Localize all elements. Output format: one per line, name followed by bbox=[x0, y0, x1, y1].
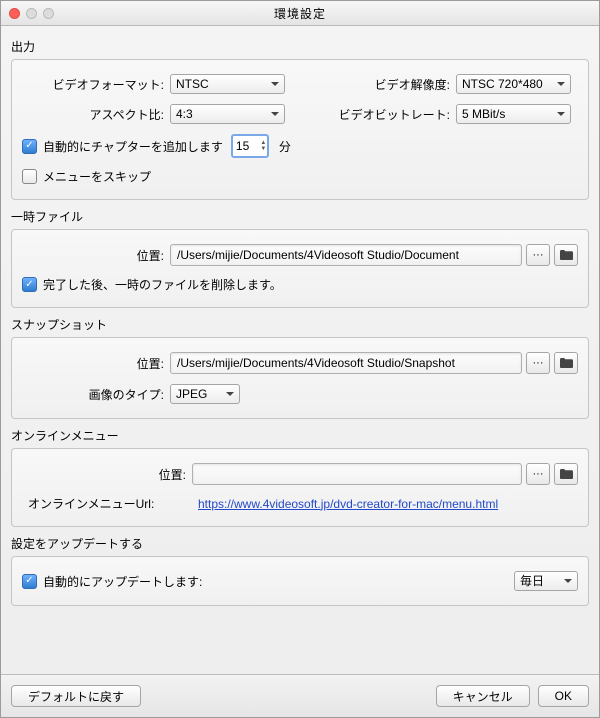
section-snapshot-label: スナップショット bbox=[11, 316, 589, 333]
online-location-label: 位置: bbox=[22, 466, 192, 483]
auto-update-label: 自動的にアップデートします: bbox=[43, 573, 202, 590]
folder-icon bbox=[560, 358, 573, 368]
auto-chapter-spinner[interactable]: ▲▼ bbox=[231, 134, 269, 158]
spinner-arrows[interactable]: ▲▼ bbox=[260, 140, 267, 152]
online-url-label: オンラインメニューUrl: bbox=[22, 495, 198, 512]
titlebar: 環境設定 bbox=[1, 1, 599, 26]
temp-path-field[interactable]: /Users/mijie/Documents/4Videosoft Studio… bbox=[170, 244, 522, 266]
section-temp-label: 一時ファイル bbox=[11, 208, 589, 225]
section-output-label: 出力 bbox=[11, 38, 589, 55]
video-format-label: ビデオフォーマット: bbox=[22, 76, 170, 93]
window-title: 環境設定 bbox=[9, 5, 591, 22]
content: 出力 ビデオフォーマット: NTSC ビデオ解像度: NTSC 720*480 … bbox=[1, 26, 599, 674]
more-icon: ··· bbox=[533, 468, 544, 480]
temp-location-label: 位置: bbox=[22, 247, 170, 264]
cancel-button[interactable]: キャンセル bbox=[436, 685, 530, 707]
bitrate-label: ビデオビットレート: bbox=[285, 106, 456, 123]
online-panel: 位置: ··· オンラインメニューUrl: https://www.4video… bbox=[11, 448, 589, 527]
snapshot-type-label: 画像のタイプ: bbox=[22, 386, 170, 403]
section-update-label: 設定をアップデートする bbox=[11, 535, 589, 552]
temp-delete-checkbox[interactable] bbox=[22, 277, 37, 292]
temp-more-button[interactable]: ··· bbox=[526, 244, 550, 266]
ok-button[interactable]: OK bbox=[538, 685, 589, 707]
video-resolution-label: ビデオ解像度: bbox=[285, 76, 456, 93]
snapshot-location-label: 位置: bbox=[22, 355, 170, 372]
minimize-window-button bbox=[26, 8, 37, 19]
online-url-link[interactable]: https://www.4videosoft.jp/dvd-creator-fo… bbox=[198, 497, 498, 511]
temp-panel: 位置: /Users/mijie/Documents/4Videosoft St… bbox=[11, 229, 589, 308]
online-path-field[interactable] bbox=[192, 463, 522, 485]
folder-icon bbox=[560, 250, 573, 260]
update-panel: 自動的にアップデートします: 毎日 bbox=[11, 556, 589, 606]
temp-delete-label: 完了した後、一時のファイルを削除します。 bbox=[43, 276, 282, 293]
bitrate-select[interactable]: 5 MBit/s bbox=[456, 104, 571, 124]
minutes-label: 分 bbox=[279, 138, 291, 155]
skip-menu-label: メニューをスキップ bbox=[43, 168, 151, 185]
auto-chapter-checkbox[interactable] bbox=[22, 139, 37, 154]
auto-chapter-label: 自動的にチャプターを追加します bbox=[43, 138, 223, 155]
video-resolution-select[interactable]: NTSC 720*480 bbox=[456, 74, 571, 94]
auto-chapter-input[interactable] bbox=[233, 138, 260, 154]
online-more-button[interactable]: ··· bbox=[526, 463, 550, 485]
close-window-button[interactable] bbox=[9, 8, 20, 19]
output-panel: ビデオフォーマット: NTSC ビデオ解像度: NTSC 720*480 アスペ… bbox=[11, 59, 589, 200]
update-interval-select[interactable]: 毎日 bbox=[514, 571, 578, 591]
online-open-folder-button[interactable] bbox=[554, 463, 578, 485]
maximize-window-button bbox=[43, 8, 54, 19]
snapshot-open-folder-button[interactable] bbox=[554, 352, 578, 374]
more-icon: ··· bbox=[533, 249, 544, 261]
preferences-window: 環境設定 出力 ビデオフォーマット: NTSC ビデオ解像度: NTSC 720… bbox=[0, 0, 600, 718]
section-online-label: オンラインメニュー bbox=[11, 427, 589, 444]
aspect-select[interactable]: 4:3 bbox=[170, 104, 285, 124]
video-format-select[interactable]: NTSC bbox=[170, 74, 285, 94]
snapshot-path-field[interactable]: /Users/mijie/Documents/4Videosoft Studio… bbox=[170, 352, 522, 374]
snapshot-panel: 位置: /Users/mijie/Documents/4Videosoft St… bbox=[11, 337, 589, 419]
more-icon: ··· bbox=[533, 357, 544, 369]
auto-update-checkbox[interactable] bbox=[22, 574, 37, 589]
temp-open-folder-button[interactable] bbox=[554, 244, 578, 266]
snapshot-more-button[interactable]: ··· bbox=[526, 352, 550, 374]
folder-icon bbox=[560, 469, 573, 479]
skip-menu-checkbox[interactable] bbox=[22, 169, 37, 184]
snapshot-type-select[interactable]: JPEG bbox=[170, 384, 240, 404]
footer: デフォルトに戻す キャンセル OK bbox=[1, 674, 599, 717]
aspect-label: アスペクト比: bbox=[22, 106, 170, 123]
defaults-button[interactable]: デフォルトに戻す bbox=[11, 685, 141, 707]
traffic-lights bbox=[9, 8, 54, 19]
